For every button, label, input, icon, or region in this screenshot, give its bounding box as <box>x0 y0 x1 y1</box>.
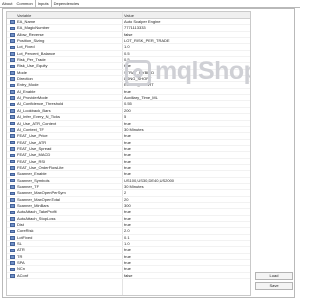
parameter-type-icon <box>10 166 15 170</box>
parameter-type-icon <box>10 248 15 253</box>
tab-dependencies[interactable]: Dependencies <box>52 1 82 7</box>
parameter-type-icon <box>10 178 15 183</box>
parameter-type-icon <box>10 20 15 24</box>
parameter-type-icon <box>10 64 15 69</box>
parameter-type-icon <box>10 229 15 234</box>
save-button[interactable]: Save <box>255 282 293 290</box>
parameter-name: AConf <box>17 272 29 278</box>
parameter-type-icon <box>10 52 15 56</box>
parameter-type-icon <box>10 128 15 132</box>
parameter-type-icon <box>10 255 15 259</box>
parameter-type-icon <box>10 83 15 88</box>
parameter-type-icon <box>10 71 15 75</box>
parameter-type-icon <box>10 235 15 240</box>
inputs-panel: Variable Value EA_Name Auto Scalper Engin… <box>2 8 295 298</box>
tab-about[interactable]: About <box>0 1 14 7</box>
parameter-type-icon <box>10 159 15 164</box>
parameter-type-icon <box>10 96 15 101</box>
parameter-type-icon <box>10 216 15 221</box>
parameter-type-icon <box>10 274 15 278</box>
parameter-type-icon <box>10 26 15 31</box>
parameter-value[interactable]: false <box>124 273 249 279</box>
parameter-type-icon <box>10 39 15 43</box>
tab-common[interactable]: Common <box>14 1 34 7</box>
parameter-type-icon <box>10 140 15 145</box>
load-button[interactable]: Load <box>255 272 293 280</box>
parameter-type-icon <box>10 58 15 62</box>
parameter-type-icon <box>10 223 15 227</box>
tab-inputs[interactable]: Inputs <box>34 0 52 7</box>
parameter-type-icon <box>10 185 15 189</box>
parameter-type-icon <box>10 77 15 81</box>
table-header: Variable Value <box>7 12 250 19</box>
variable-column-header: Variable <box>17 13 32 18</box>
parameter-type-icon <box>10 153 15 158</box>
inputs-table: Variable Value EA_Name Auto Scalper Engin… <box>6 11 251 296</box>
parameter-type-icon <box>10 121 15 126</box>
value-column-header: Value <box>124 13 134 18</box>
parameter-type-icon <box>10 197 15 202</box>
parameter-type-icon <box>10 242 15 246</box>
parameter-type-icon <box>10 172 15 177</box>
parameter-type-icon <box>10 115 15 120</box>
parameter-type-icon <box>10 45 15 50</box>
table-row[interactable]: AConf false <box>7 272 250 280</box>
parameter-type-icon <box>10 109 15 113</box>
parameter-type-icon <box>10 210 15 215</box>
parameter-type-icon <box>10 147 15 151</box>
parameter-type-icon <box>10 191 15 196</box>
parameter-type-icon <box>10 32 15 37</box>
parameter-type-icon <box>10 102 15 107</box>
tab-bar: About Common Inputs Dependencies <box>0 0 300 8</box>
parameter-type-icon <box>10 261 15 265</box>
parameter-type-icon <box>10 267 15 272</box>
parameter-type-icon <box>10 204 15 208</box>
parameter-type-icon <box>10 134 15 139</box>
table-rows: EA_Name Auto Scalper Engine EA_MagicNumber… <box>7 19 250 280</box>
parameter-type-icon <box>10 90 15 94</box>
